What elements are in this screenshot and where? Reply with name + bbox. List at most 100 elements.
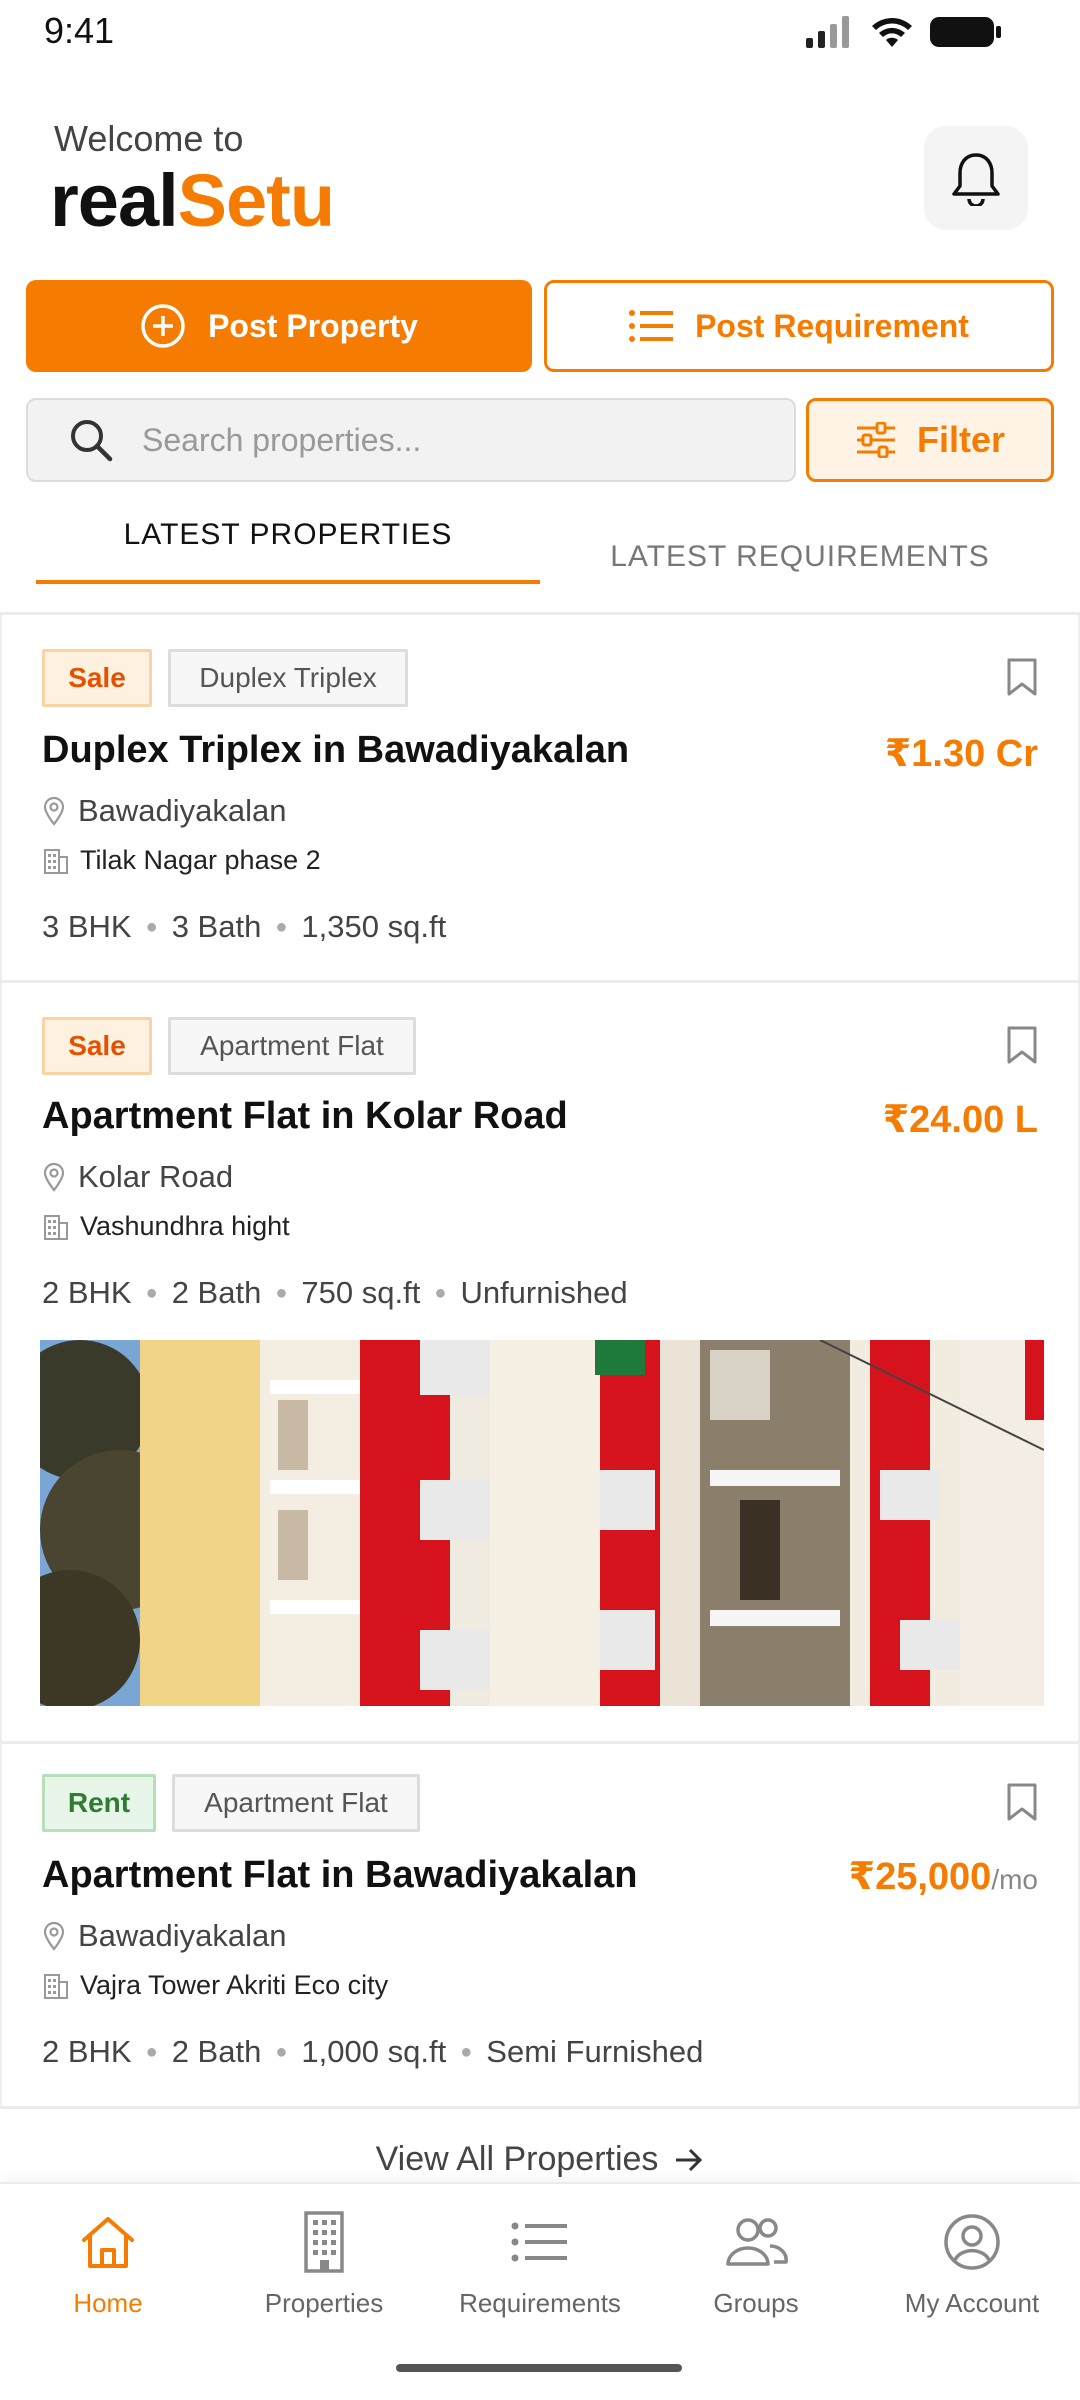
spec-bhk: 2 BHK	[42, 2034, 132, 2069]
nav-my-account[interactable]: My Account	[864, 2210, 1080, 2319]
building-icon	[292, 2210, 356, 2274]
view-all-label: View All Properties	[375, 2140, 659, 2178]
location-pin-icon	[43, 1921, 65, 1951]
nav-requirements[interactable]: Requirements	[432, 2210, 648, 2319]
status-time: 9:41	[44, 10, 115, 51]
property-location: Kolar Road	[42, 1159, 233, 1195]
list-icon	[508, 2210, 572, 2274]
property-project: Tilak Nagar phase 2	[42, 845, 321, 876]
project-text: Vashundhra hight	[80, 1211, 290, 1241]
price-value: ₹1.30 Cr	[884, 733, 1038, 775]
location-pin-icon	[43, 1162, 65, 1192]
property-price: ₹25,000/mo	[849, 1854, 1038, 1899]
bookmark-icon[interactable]	[1006, 1025, 1038, 1065]
property-location: Bawadiyakalan	[42, 793, 287, 829]
nav-requirements-label: Requirements	[459, 2288, 621, 2318]
price-value: ₹25,000	[848, 1856, 992, 1898]
property-project: Vashundhra hight	[42, 1211, 290, 1242]
battery-icon	[930, 17, 1001, 47]
post-requirement-button[interactable]: Post Requirement	[544, 280, 1054, 372]
nav-home[interactable]: Home	[0, 2210, 216, 2319]
tab-latest-requirements[interactable]: LATEST REQUIREMENTS	[580, 540, 1020, 574]
listing-badge: Sale	[42, 649, 152, 707]
tab-latest-properties-label: LATEST PROPERTIES	[123, 518, 453, 551]
filter-label: Filter	[916, 419, 1005, 460]
search-input[interactable]	[142, 421, 742, 459]
spec-furnishing: Unfurnished	[460, 1275, 628, 1310]
nav-properties-label: Properties	[264, 2288, 384, 2318]
status-icons	[806, 14, 1002, 50]
post-property-button[interactable]: Post Property	[26, 280, 532, 372]
plus-circle-icon	[141, 304, 185, 348]
bookmark-icon[interactable]	[1006, 1782, 1038, 1822]
spec-area: 1,350 sq.ft	[301, 909, 447, 944]
status-bar: 9:41	[0, 0, 1080, 64]
property-specs: 2 BHK ● 2 Bath ● 1,000 sq.ft ● Semi Furn…	[42, 2034, 704, 2069]
brand-part-2: Setu	[177, 159, 335, 242]
property-price: ₹1.30 Cr	[885, 731, 1038, 776]
filter-button[interactable]: Filter	[806, 398, 1054, 482]
location-pin-icon	[43, 796, 65, 826]
price-value: ₹24.00 L	[882, 1099, 1038, 1141]
property-card[interactable]: Rent Apartment Flat Apartment Flat in Ba…	[0, 1744, 1080, 2109]
property-specs: 3 BHK ● 3 Bath ● 1,350 sq.ft	[42, 909, 447, 944]
property-location: Bawadiyakalan	[42, 1918, 287, 1954]
spec-bath: 2 Bath	[171, 2034, 262, 2069]
spec-bhk: 3 BHK	[42, 909, 132, 944]
property-title: Apartment Flat in Kolar Road	[42, 1095, 568, 1137]
listing-badge: Sale	[42, 1017, 152, 1075]
home-indicator	[396, 2364, 682, 2372]
location-text: Bawadiyakalan	[78, 793, 287, 828]
project-text: Tilak Nagar phase 2	[80, 845, 321, 875]
wifi-icon	[872, 18, 912, 47]
welcome-text: Welcome to	[54, 118, 244, 159]
brand-part-1: real	[50, 159, 179, 242]
building-icon	[44, 848, 68, 874]
property-title: Apartment Flat in Bawadiyakalan	[42, 1854, 638, 1896]
post-requirement-label: Post Requirement	[695, 307, 969, 344]
listing-badge: Rent	[42, 1774, 156, 1832]
nav-groups-label: Groups	[713, 2288, 799, 2318]
nav-my-account-label: My Account	[904, 2288, 1040, 2318]
nav-properties[interactable]: Properties	[216, 2210, 432, 2319]
building-icon	[44, 1214, 68, 1240]
spec-area: 1,000 sq.ft	[301, 2034, 447, 2069]
property-photo[interactable]	[40, 1340, 1044, 1706]
groups-icon	[724, 2210, 788, 2274]
post-property-label: Post Property	[208, 307, 418, 344]
building-icon	[44, 1973, 68, 1999]
nav-home-label: Home	[73, 2288, 143, 2318]
property-card[interactable]: Sale Duplex Triplex Duplex Triplex in Ba…	[0, 615, 1080, 980]
tab-latest-properties[interactable]: LATEST PROPERTIES	[36, 518, 540, 584]
spec-bath: 3 Bath	[171, 909, 262, 944]
active-tab-indicator	[36, 580, 540, 584]
property-price: ₹24.00 L	[883, 1097, 1038, 1142]
cellular-signal-icon	[806, 16, 849, 48]
bookmark-icon[interactable]	[1006, 657, 1038, 697]
account-icon	[940, 2210, 1004, 2274]
list-icon	[629, 310, 674, 342]
tab-latest-requirements-label: LATEST REQUIREMENTS	[610, 540, 990, 573]
bell-icon	[952, 153, 1000, 206]
property-title: Duplex Triplex in Bawadiyakalan	[42, 729, 630, 771]
price-suffix: /mo	[991, 1864, 1038, 1895]
spec-bath: 2 Bath	[171, 1275, 262, 1310]
location-text: Kolar Road	[78, 1159, 234, 1194]
project-text: Vajra Tower Akriti Eco city	[80, 1970, 389, 2000]
search-bar[interactable]	[26, 398, 796, 482]
property-type-badge: Duplex Triplex	[168, 649, 408, 707]
arrow-right-icon	[676, 2148, 703, 2171]
property-type-badge: Apartment Flat	[172, 1774, 420, 1832]
spec-bhk: 2 BHK	[42, 1275, 132, 1310]
spec-area: 750 sq.ft	[301, 1275, 421, 1310]
card-divider	[0, 2106, 1080, 2109]
brand-logo: realSetu	[50, 156, 335, 246]
notifications-button[interactable]	[924, 126, 1028, 230]
nav-groups[interactable]: Groups	[648, 2210, 864, 2319]
sliders-icon	[856, 422, 895, 458]
home-icon	[76, 2210, 140, 2274]
search-icon	[66, 415, 116, 465]
view-all-properties-link[interactable]: View All Properties	[0, 2140, 1080, 2179]
property-specs: 2 BHK ● 2 Bath ● 750 sq.ft ● Unfurnished	[42, 1275, 628, 1310]
spec-furnishing: Semi Furnished	[486, 2034, 704, 2069]
